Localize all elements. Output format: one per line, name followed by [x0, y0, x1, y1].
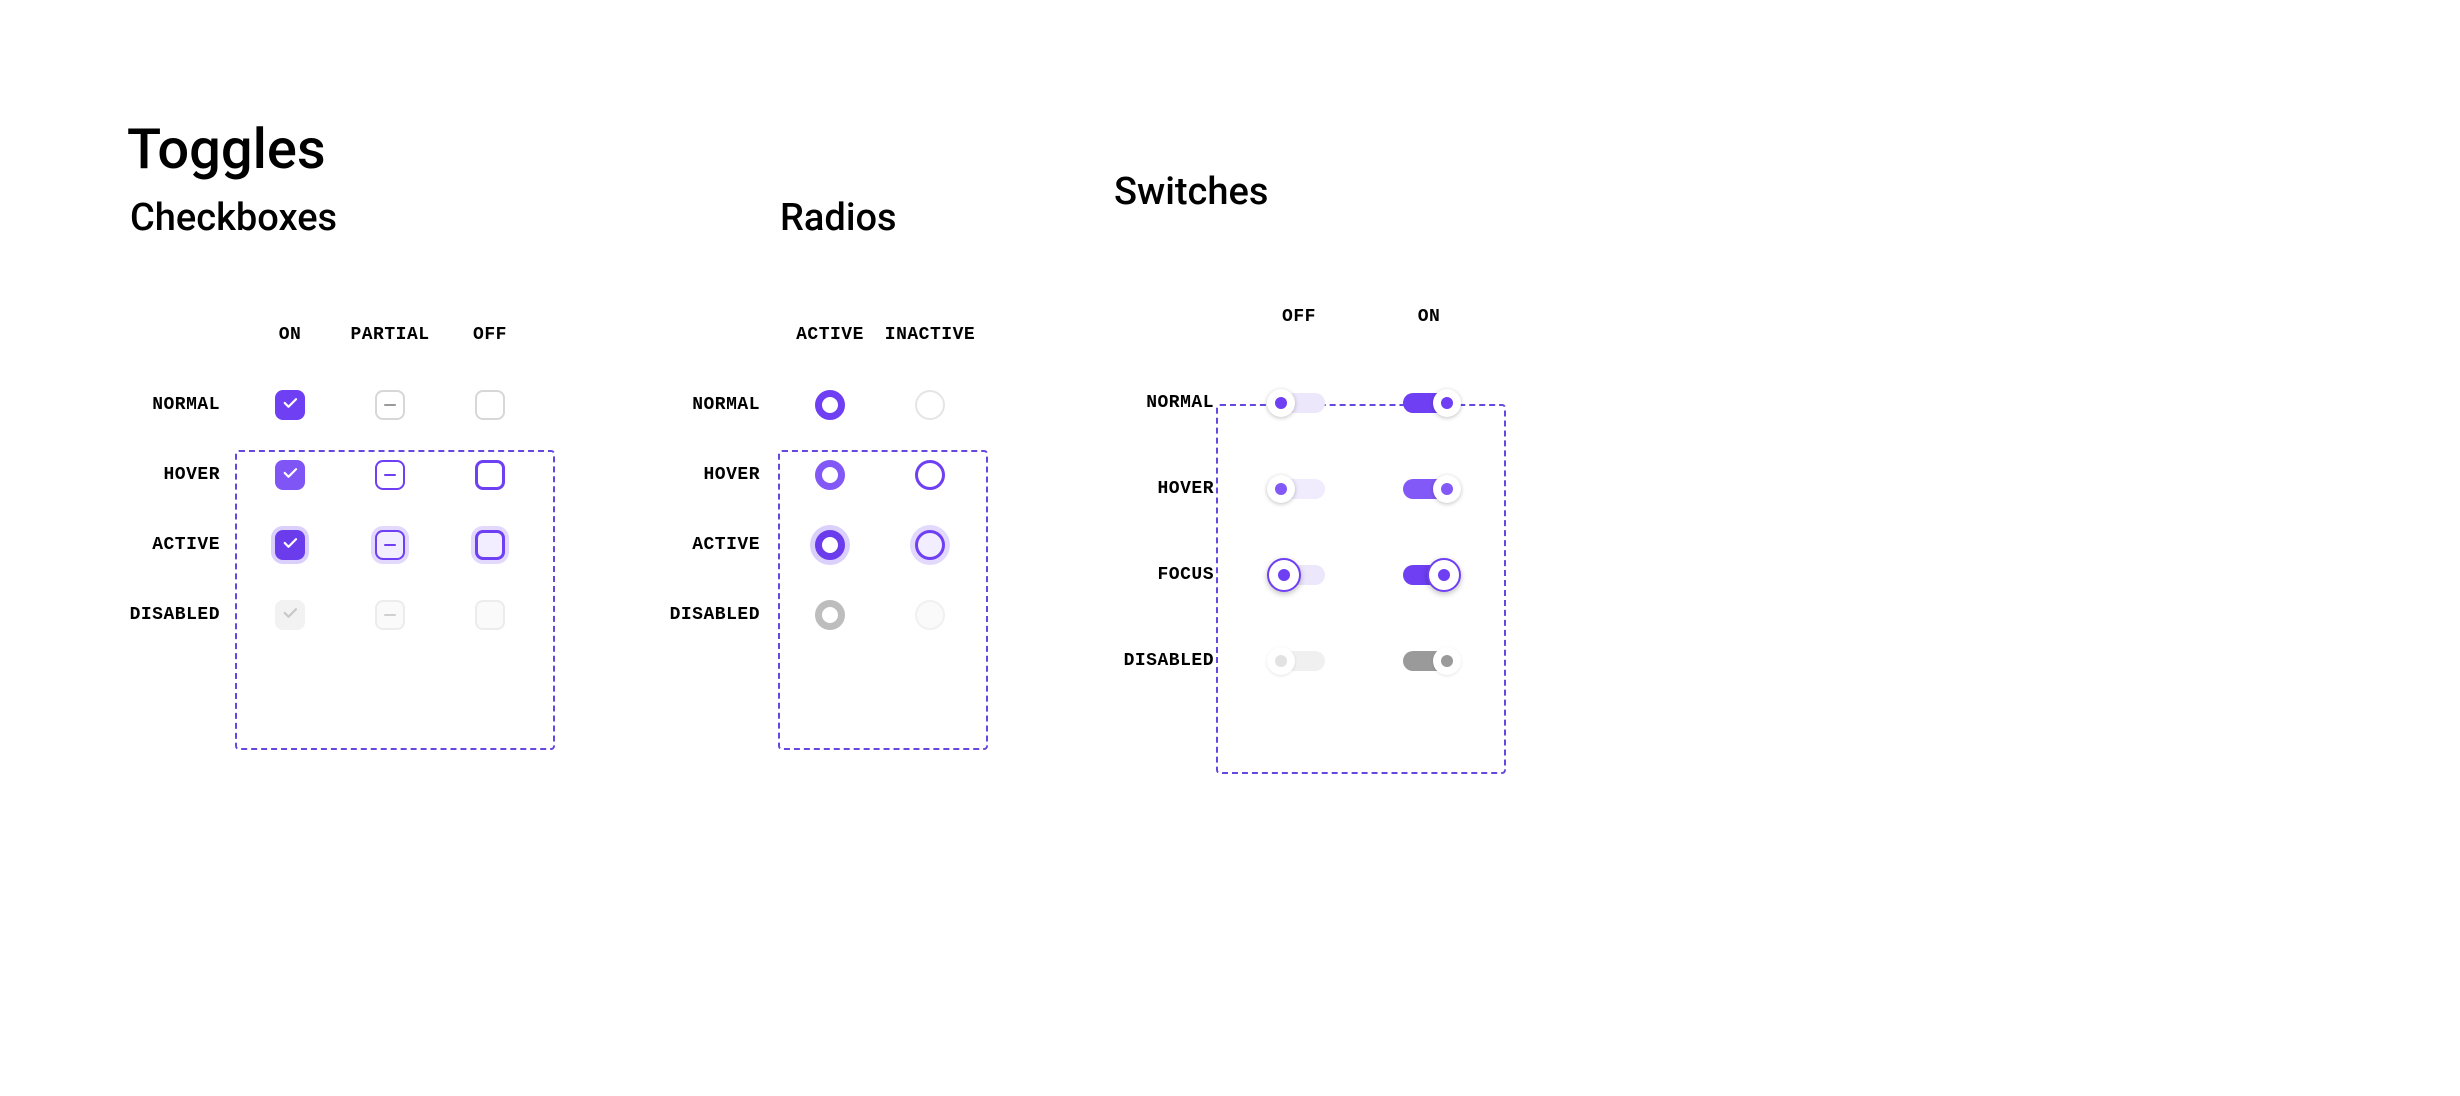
switch-knob: [1433, 389, 1461, 417]
checkboxes-title: Checkboxes: [130, 196, 660, 240]
checkbox-row-active: ACTIVE: [152, 535, 240, 555]
radios-section: Radios ACTIVE INACTIVE NORMAL HOVER ACTI…: [660, 196, 1040, 650]
switch-knob: [1267, 558, 1301, 592]
checkbox-partial-active[interactable]: [375, 530, 405, 560]
switch-knob: [1433, 647, 1461, 675]
dash-icon: [384, 614, 396, 616]
switch-col-on: ON: [1418, 307, 1441, 327]
switch-knob: [1433, 475, 1461, 503]
radio-inactive-hover[interactable]: [915, 460, 945, 490]
radio-inactive-normal[interactable]: [915, 390, 945, 420]
radio-active-disabled: [815, 600, 845, 630]
radio-inactive-disabled: [915, 600, 945, 630]
checkbox-on-active[interactable]: [275, 530, 305, 560]
radio-row-disabled: DISABLED: [670, 605, 780, 625]
dash-icon: [384, 404, 396, 406]
radio-inactive-active[interactable]: [915, 530, 945, 560]
radio-active-normal[interactable]: [815, 390, 845, 420]
checkbox-off-hover[interactable]: [475, 460, 505, 490]
switches-section: Switches OFF ON NORMAL HOVER FOCUS DISAB…: [1114, 170, 1534, 704]
switches-title: Switches: [1114, 170, 1534, 214]
checkbox-partial-disabled: [375, 600, 405, 630]
switch-off-focus[interactable]: [1273, 565, 1325, 585]
radio-col-inactive: INACTIVE: [885, 325, 975, 345]
checkbox-on-normal[interactable]: [275, 390, 305, 420]
checkbox-on-disabled: [275, 600, 305, 630]
check-icon: [281, 534, 299, 556]
page-title: Toggles: [127, 116, 326, 182]
switch-on-focus[interactable]: [1403, 565, 1455, 585]
checkbox-row-hover: HOVER: [163, 465, 240, 485]
radio-active-active[interactable]: [815, 530, 845, 560]
checkbox-col-partial: PARTIAL: [350, 325, 429, 345]
checkbox-col-on: ON: [279, 325, 302, 345]
checkbox-on-hover[interactable]: [275, 460, 305, 490]
dash-icon: [384, 544, 396, 546]
switch-off-disabled: [1273, 651, 1325, 671]
checkbox-partial-normal[interactable]: [375, 390, 405, 420]
checkbox-off-disabled: [475, 600, 505, 630]
checkboxes-section: Checkboxes ON PARTIAL OFF NORMAL HOVER A…: [130, 196, 660, 650]
switch-row-disabled: DISABLED: [1124, 651, 1234, 671]
checkbox-row-normal: NORMAL: [152, 395, 240, 415]
check-icon: [281, 604, 299, 626]
switch-on-disabled: [1403, 651, 1455, 671]
radio-active-hover[interactable]: [815, 460, 845, 490]
switch-row-hover: HOVER: [1157, 479, 1234, 499]
switch-knob: [1267, 647, 1295, 675]
check-icon: [281, 394, 299, 416]
switch-on-hover[interactable]: [1403, 479, 1455, 499]
checkbox-col-off: OFF: [473, 325, 507, 345]
radio-col-active: ACTIVE: [796, 325, 864, 345]
checkbox-row-disabled: DISABLED: [130, 605, 240, 625]
checkbox-partial-hover[interactable]: [375, 460, 405, 490]
switch-off-hover[interactable]: [1273, 479, 1325, 499]
switch-col-off: OFF: [1282, 307, 1316, 327]
switch-knob: [1267, 475, 1295, 503]
switch-on-normal[interactable]: [1403, 393, 1455, 413]
radio-row-hover: HOVER: [703, 465, 780, 485]
check-icon: [281, 464, 299, 486]
checkbox-off-normal[interactable]: [475, 390, 505, 420]
switch-off-normal[interactable]: [1273, 393, 1325, 413]
switch-row-focus: FOCUS: [1157, 565, 1234, 585]
dash-icon: [384, 474, 396, 476]
radio-row-active: ACTIVE: [692, 535, 780, 555]
switch-knob: [1427, 558, 1461, 592]
checkbox-off-active[interactable]: [475, 530, 505, 560]
radios-title: Radios: [780, 196, 1040, 240]
switch-row-normal: NORMAL: [1146, 393, 1234, 413]
radio-row-normal: NORMAL: [692, 395, 780, 415]
switch-knob: [1267, 389, 1295, 417]
